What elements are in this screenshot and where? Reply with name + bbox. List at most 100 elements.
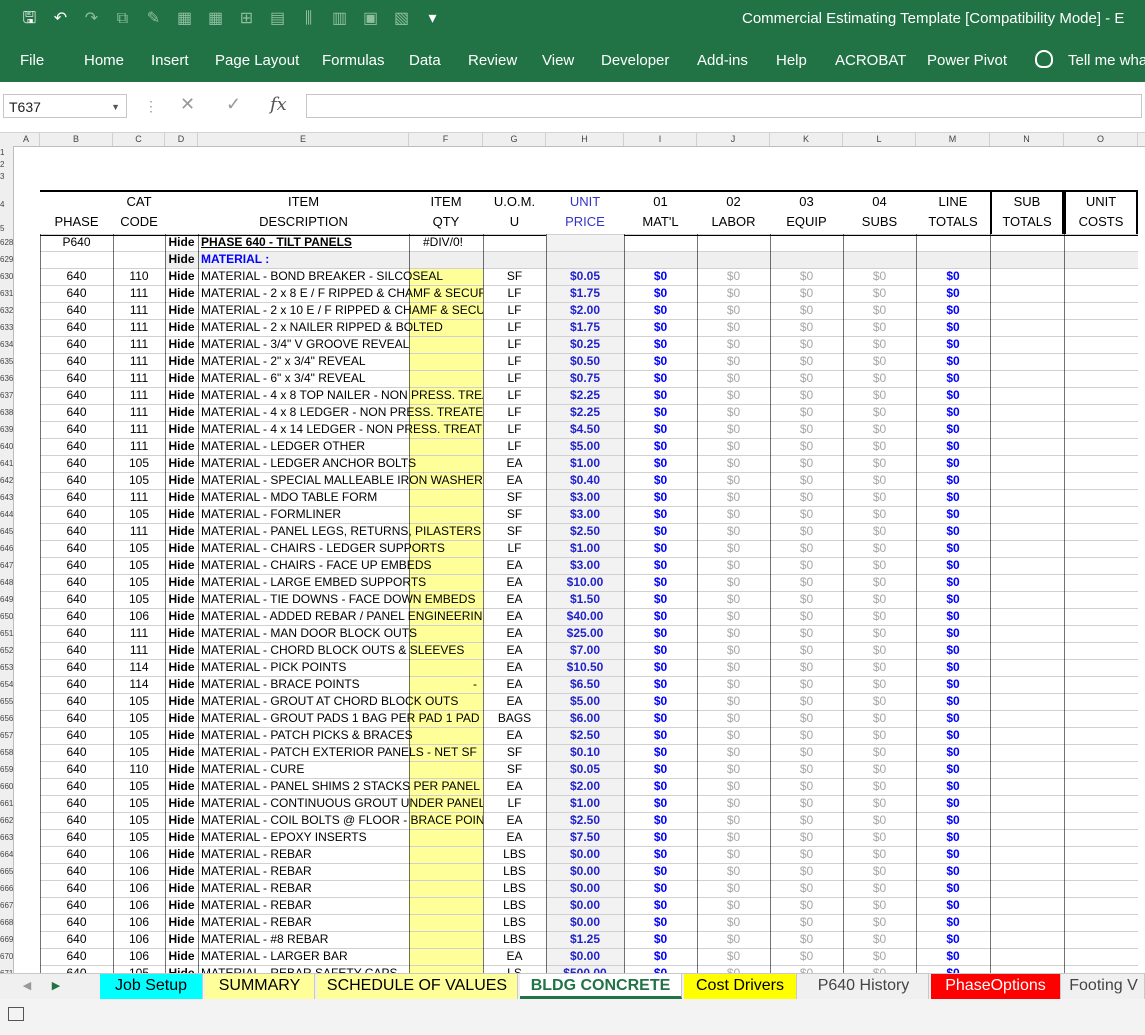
unit-price-cell[interactable]: $0.25 [546,336,624,353]
uom-cell[interactable]: EA [483,659,546,676]
line-total-cell[interactable]: $0 [916,642,990,659]
hide-button[interactable]: Hide [165,574,198,591]
labor-cost-cell[interactable]: $0 [697,302,770,319]
unit-price-cell[interactable]: $0.05 [546,268,624,285]
equip-cost-cell[interactable]: $0 [770,659,843,676]
row-header-659[interactable]: 659 [0,765,13,775]
line-total-cell[interactable]: $0 [916,931,990,948]
subs-cost-cell[interactable]: $0 [843,268,916,285]
equip-cost-cell[interactable]: $0 [770,795,843,812]
row-header-641[interactable]: 641 [0,459,13,469]
unit-price-cell[interactable]: $0.50 [546,353,624,370]
unit-price-cell[interactable]: $0.40 [546,472,624,489]
labor-cost-cell[interactable]: $0 [697,387,770,404]
material-cost-cell[interactable]: $0 [624,285,697,302]
phase-cell[interactable]: 640 [40,404,113,421]
save-icon[interactable]: 🖫 [14,8,45,30]
labor-cost-cell[interactable]: $0 [697,965,770,973]
hide-button[interactable]: Hide [165,472,198,489]
labor-cost-cell[interactable]: $0 [697,812,770,829]
cat-code-cell[interactable]: 111 [113,421,165,438]
phase-cell[interactable]: 640 [40,829,113,846]
labor-cost-cell[interactable]: $0 [697,880,770,897]
row-header-638[interactable]: 638 [0,408,13,418]
equip-cost-cell[interactable]: $0 [770,948,843,965]
unit-price-cell[interactable]: $10.50 [546,659,624,676]
row-header-661[interactable]: 661 [0,799,13,809]
cat-code-cell[interactable]: 105 [113,829,165,846]
hide-button[interactable]: Hide [165,795,198,812]
uom-cell[interactable]: EA [483,455,546,472]
menu-page-layout[interactable]: Page Layout [215,52,299,69]
cat-code-cell[interactable]: 110 [113,268,165,285]
unit-price-cell[interactable]: $10.00 [546,574,624,591]
hide-button[interactable]: Hide [165,710,198,727]
material-cost-cell[interactable]: $0 [624,387,697,404]
uom-cell[interactable]: LBS [483,846,546,863]
column-header-a[interactable]: A [13,133,40,146]
subs-cost-cell[interactable]: $0 [843,846,916,863]
uom-cell[interactable]: EA [483,727,546,744]
material-cost-cell[interactable]: $0 [624,693,697,710]
column-header-l[interactable]: L [843,133,916,146]
material-cost-cell[interactable]: $0 [624,404,697,421]
cat-code-cell[interactable]: 114 [113,659,165,676]
line-total-cell[interactable]: $0 [916,336,990,353]
cat-code-cell[interactable]: 111 [113,523,165,540]
phase-cell[interactable]: 640 [40,812,113,829]
subs-cost-cell[interactable]: $0 [843,931,916,948]
phase-code-cell[interactable]: P640 [40,234,113,251]
menu-formulas[interactable]: Formulas [322,52,385,69]
equip-cost-cell[interactable]: $0 [770,761,843,778]
material-cost-cell[interactable]: $0 [624,744,697,761]
cat-code-cell[interactable]: 105 [113,506,165,523]
material-cost-cell[interactable]: $0 [624,302,697,319]
material-cost-cell[interactable]: $0 [624,455,697,472]
more-options-icon[interactable]: ⋮ [144,98,158,115]
material-cost-cell[interactable]: $0 [624,557,697,574]
line-total-cell[interactable]: $0 [916,829,990,846]
cat-code-cell[interactable]: 111 [113,370,165,387]
subs-cost-cell[interactable]: $0 [843,625,916,642]
item-description-cell[interactable]: MATERIAL - 4 x 14 LEDGER - NON PRESS. TR… [198,421,483,438]
uom-cell[interactable]: LBS [483,897,546,914]
equip-cost-cell[interactable]: $0 [770,965,843,973]
subs-cost-cell[interactable]: $0 [843,914,916,931]
subs-cost-cell[interactable]: $0 [843,710,916,727]
row-header-650[interactable]: 650 [0,612,13,622]
material-cost-cell[interactable]: $0 [624,438,697,455]
labor-cost-cell[interactable]: $0 [697,948,770,965]
sheet-tab-cost-drivers[interactable]: Cost Drivers [684,974,797,999]
cat-code-cell[interactable]: 106 [113,897,165,914]
cat-code-cell[interactable]: 111 [113,285,165,302]
labor-cost-cell[interactable]: $0 [697,846,770,863]
row-header-631[interactable]: 631 [0,289,13,299]
row-header-652[interactable]: 652 [0,646,13,656]
subs-cost-cell[interactable]: $0 [843,965,916,973]
cat-code-cell[interactable]: 105 [113,472,165,489]
subs-cost-cell[interactable]: $0 [843,727,916,744]
redo-icon[interactable]: ↷ [76,8,107,30]
labor-cost-cell[interactable]: $0 [697,914,770,931]
unit-price-cell[interactable]: $500.00 [546,965,624,973]
phase-cell[interactable]: 640 [40,302,113,319]
row-header-655[interactable]: 655 [0,697,13,707]
item-description-cell[interactable]: MATERIAL - PANEL SHIMS 2 STACKS PER PANE… [198,778,483,795]
unit-price-cell[interactable]: $3.00 [546,506,624,523]
item-description-cell[interactable]: MATERIAL - 6" x 3/4" REVEAL [198,370,483,387]
row-header-643[interactable]: 643 [0,493,13,503]
uom-cell[interactable]: EA [483,642,546,659]
material-cost-cell[interactable]: $0 [624,540,697,557]
sheet-tab-bldg-concrete[interactable]: BLDG CONCRETE [520,974,682,999]
item-description-cell[interactable]: MATERIAL - CURE [198,761,483,778]
labor-cost-cell[interactable]: $0 [697,421,770,438]
line-total-cell[interactable]: $0 [916,625,990,642]
unit-price-cell[interactable]: $3.00 [546,557,624,574]
labor-cost-cell[interactable]: $0 [697,319,770,336]
cat-code-cell[interactable]: 114 [113,676,165,693]
material-cost-cell[interactable]: $0 [624,489,697,506]
hide-button[interactable]: Hide [165,727,198,744]
chart-icon[interactable]: ▥ [324,8,355,30]
cat-code-cell[interactable]: 111 [113,387,165,404]
row-header-662[interactable]: 662 [0,816,13,826]
